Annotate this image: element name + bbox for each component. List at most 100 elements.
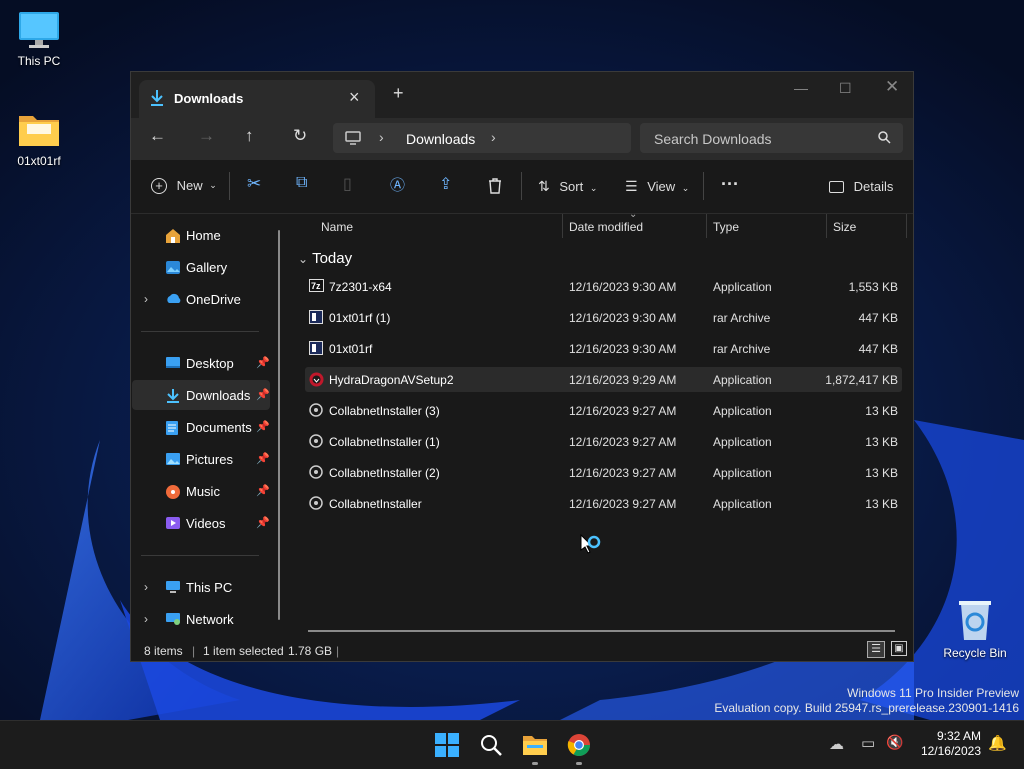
- download-icon: [151, 90, 163, 106]
- volume-muted-icon[interactable]: 🔇: [886, 734, 903, 751]
- view-label: View: [647, 179, 676, 194]
- up-icon[interactable]: ↑: [245, 126, 254, 146]
- more-options-icon[interactable]: ···: [721, 174, 739, 195]
- desktop-icon-recycle-bin[interactable]: Recycle Bin: [935, 598, 1015, 660]
- share-icon[interactable]: ⇪: [439, 174, 452, 194]
- sidebar-item-pictures[interactable]: Pictures 📌: [132, 444, 270, 474]
- sidebar-item-gallery[interactable]: Gallery: [132, 252, 270, 282]
- system-clock[interactable]: 9:32 AM 12/16/2023: [921, 729, 981, 759]
- sidebar-item-home[interactable]: Home: [132, 220, 270, 250]
- clock-date: 12/16/2023: [920, 744, 981, 758]
- file-explorer-icon[interactable]: [522, 733, 548, 757]
- watermark-build: Evaluation copy. Build 25947.rs_prerelea…: [714, 701, 1019, 715]
- rename-icon[interactable]: Ⓐ: [390, 174, 405, 195]
- sidebar-item-label: Videos: [186, 516, 226, 531]
- minimize-icon[interactable]: —: [794, 80, 808, 96]
- pin-icon[interactable]: 📌: [256, 516, 270, 529]
- running-indicator: [576, 762, 582, 765]
- pin-icon[interactable]: 📌: [256, 356, 270, 369]
- details-view-icon[interactable]: ☰: [867, 641, 885, 658]
- file-name: 01xt01rf (1): [329, 311, 391, 325]
- address-bar[interactable]: › Downloads ›: [333, 123, 631, 153]
- music-folder-icon: [166, 485, 180, 499]
- sidebar-item-this-pc[interactable]: › This PC: [132, 572, 270, 602]
- chevron-down-icon: ⌄: [298, 252, 309, 266]
- sort-button[interactable]: ⇅ Sort ⌄: [538, 178, 597, 195]
- pin-icon[interactable]: 📌: [256, 484, 270, 497]
- start-windows-icon[interactable]: [435, 733, 459, 757]
- sidebar-item-desktop[interactable]: Desktop 📌: [132, 348, 270, 378]
- file-row-collabnetinstaller[interactable]: CollabnetInstaller 12/16/2023 9:27 AM Ap…: [305, 491, 902, 516]
- details-button[interactable]: Details: [829, 178, 893, 194]
- column-separator[interactable]: [706, 214, 707, 238]
- close-window-icon[interactable]: ✕: [885, 77, 899, 97]
- chevron-right-icon[interactable]: ›: [144, 580, 148, 594]
- refresh-icon[interactable]: ↻: [293, 126, 307, 146]
- installer-app-icon: [309, 403, 323, 417]
- file-name: CollabnetInstaller (2): [329, 466, 440, 480]
- column-header-date-modified[interactable]: Date modified: [569, 220, 643, 234]
- back-icon[interactable]: ←: [149, 126, 166, 146]
- desktop-icon-this-pc[interactable]: This PC: [0, 10, 78, 68]
- breadcrumb-downloads[interactable]: Downloads: [406, 131, 475, 147]
- column-header-name[interactable]: Name: [321, 220, 353, 234]
- view-icon: ☰: [625, 178, 638, 194]
- column-header-type[interactable]: Type: [713, 220, 739, 234]
- column-separator[interactable]: [906, 214, 907, 238]
- forward-icon[interactable]: →: [198, 126, 215, 146]
- column-separator[interactable]: [562, 214, 563, 238]
- new-tab-icon[interactable]: +: [393, 83, 404, 104]
- pin-icon[interactable]: 📌: [256, 388, 270, 401]
- file-row-collabnetinstaller-2[interactable]: CollabnetInstaller (2) 12/16/2023 9:27 A…: [305, 460, 902, 485]
- display-icon[interactable]: ▭: [861, 734, 875, 752]
- sidebar-scrollbar[interactable]: [278, 230, 280, 620]
- close-tab-icon[interactable]: ×: [349, 87, 360, 108]
- pin-icon[interactable]: 📌: [256, 420, 270, 433]
- chevron-down-icon: ⌄: [681, 183, 690, 193]
- search-box[interactable]: Search Downloads: [640, 123, 903, 153]
- notification-bell-icon[interactable]: 🔔: [988, 734, 1007, 752]
- new-button[interactable]: + New ⌄: [151, 177, 217, 194]
- file-row-collabnetinstaller-1[interactable]: CollabnetInstaller (1) 12/16/2023 9:27 A…: [305, 429, 902, 454]
- sidebar-item-videos[interactable]: Videos 📌: [132, 508, 270, 538]
- file-row-collabnetinstaller-3[interactable]: CollabnetInstaller (3) 12/16/2023 9:27 A…: [305, 398, 902, 423]
- network-icon: [166, 613, 180, 625]
- maximize-icon[interactable]: ☐: [839, 80, 852, 97]
- delete-icon[interactable]: [487, 178, 503, 194]
- sidebar-item-downloads[interactable]: Downloads 📌: [132, 380, 270, 410]
- cut-icon[interactable]: ✂: [247, 174, 261, 194]
- group-header-today[interactable]: ⌄ Today: [298, 250, 352, 267]
- sidebar-item-documents[interactable]: Documents 📌: [132, 412, 270, 442]
- file-name: 01xt01rf: [329, 342, 373, 356]
- file-row-7z2301-x64[interactable]: 7z 7z2301-x64 12/16/2023 9:30 AM Applica…: [305, 274, 902, 299]
- column-header-size[interactable]: Size: [833, 220, 856, 234]
- tab-downloads[interactable]: Downloads ×: [139, 80, 375, 118]
- chevron-right-icon[interactable]: ›: [144, 292, 148, 306]
- chevron-right-icon[interactable]: ›: [491, 129, 496, 145]
- new-label: New: [176, 178, 203, 194]
- search-icon[interactable]: [479, 733, 503, 757]
- file-type: Application: [713, 435, 772, 449]
- copy-icon[interactable]: ⧉: [296, 174, 307, 192]
- view-button[interactable]: ☰ View ⌄: [625, 178, 689, 195]
- desktop-icon-01xt01rf[interactable]: 01xt01rf: [0, 110, 78, 168]
- chrome-icon[interactable]: [567, 733, 591, 757]
- search-input[interactable]: Search Downloads: [654, 131, 772, 147]
- chevron-right-icon[interactable]: ›: [379, 129, 384, 145]
- chevron-down-icon: ⌄: [209, 180, 217, 191]
- file-row-hydradragonavsetup2[interactable]: HydraDragonAVSetup2 12/16/2023 9:29 AM A…: [305, 367, 902, 392]
- network-disconnected-icon[interactable]: ☁: [829, 735, 844, 753]
- horizontal-scrollbar[interactable]: [308, 630, 895, 632]
- file-row-01xt01rf[interactable]: 01xt01rf 12/16/2023 9:30 AM rar Archive …: [305, 336, 902, 361]
- sidebar-item-network[interactable]: › Network: [132, 604, 270, 634]
- sidebar-item-label: Network: [186, 612, 234, 627]
- sidebar-item-music[interactable]: Music 📌: [132, 476, 270, 506]
- paste-icon[interactable]: ▯: [343, 174, 352, 194]
- chevron-right-icon[interactable]: ›: [144, 612, 148, 626]
- tiles-view-icon[interactable]: ▣: [891, 641, 907, 656]
- sidebar-item-onedrive[interactable]: › OneDrive: [132, 284, 270, 314]
- pin-icon[interactable]: 📌: [256, 452, 270, 465]
- column-separator[interactable]: [826, 214, 827, 238]
- separator: [703, 172, 704, 200]
- file-row-01xt01rf-1[interactable]: 01xt01rf (1) 12/16/2023 9:30 AM rar Arch…: [305, 305, 902, 330]
